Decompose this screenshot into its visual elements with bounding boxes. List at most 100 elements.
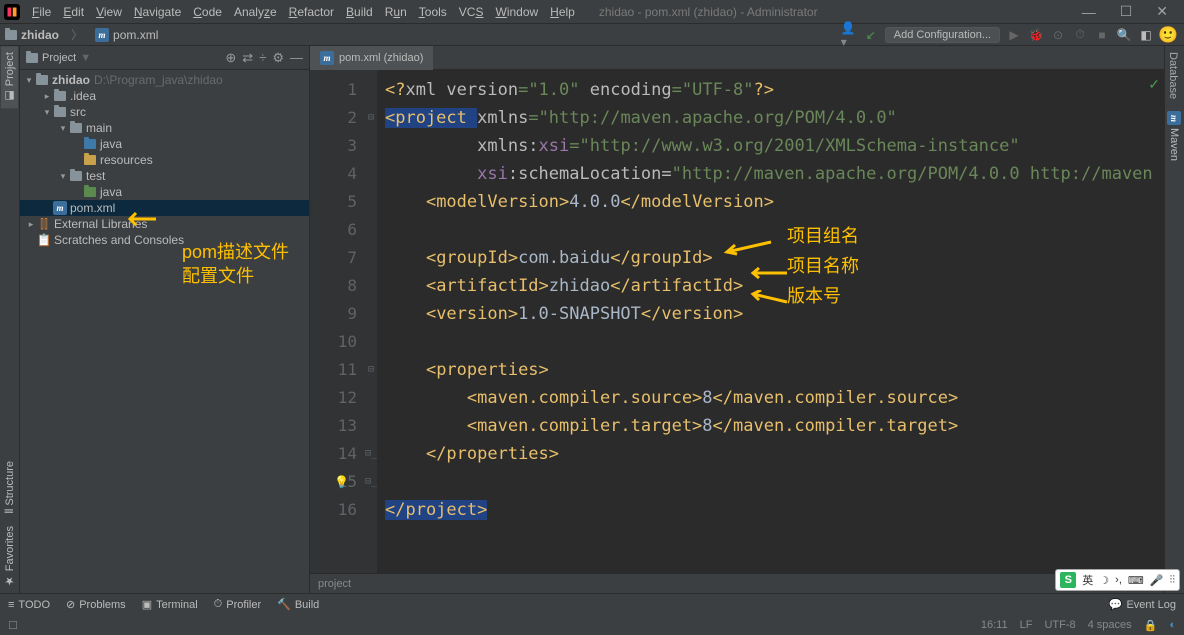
right-tab-maven[interactable]: mMaven — [1165, 105, 1183, 167]
menu-help[interactable]: Help — [544, 5, 581, 19]
debug-icon[interactable]: 🐞 — [1028, 27, 1044, 43]
tool-profiler[interactable]: ⏱ Profiler — [214, 598, 261, 611]
editor-breadcrumb[interactable]: project — [310, 573, 1164, 593]
project-tree[interactable]: ▾zhidaoD:\Program_java\zhidao ▸.idea ▾sr… — [20, 70, 309, 593]
tree-external-libs[interactable]: ▸⫿⫿External Libraries — [20, 216, 309, 232]
tool-todo[interactable]: ≡ TODO — [8, 599, 50, 611]
ime-menu-icon[interactable]: ⫶⫶ — [1170, 574, 1176, 587]
breadcrumb-file[interactable]: mpom.xml — [90, 28, 163, 42]
tree-resources[interactable]: resources — [20, 152, 309, 168]
left-tool-strip: ◧ Project ⫴ Structure ★ Favorites — [0, 46, 20, 593]
collapse-icon[interactable]: ÷ — [259, 50, 266, 66]
annotation-arrow-icon — [723, 238, 773, 256]
status-position[interactable]: 16:11 — [981, 619, 1008, 632]
menu-window[interactable]: Window — [489, 5, 544, 19]
menu-build[interactable]: Build — [340, 5, 379, 19]
add-configuration-button[interactable]: Add Configuration... — [885, 27, 1000, 43]
close-button[interactable]: ✕ — [1144, 3, 1180, 20]
tree-test-java[interactable]: java — [20, 184, 309, 200]
gear-icon[interactable]: ⚙ — [272, 50, 284, 66]
library-icon: ⫿⫿ — [36, 217, 52, 232]
editor-tab-pom[interactable]: mpom.xml (zhidao) — [310, 46, 433, 70]
left-tab-structure[interactable]: ⫴ Structure — [2, 455, 18, 519]
menu-analyze[interactable]: Analyze — [228, 5, 283, 19]
ime-mic-icon[interactable]: 🎤 — [1150, 574, 1164, 587]
sidebar-title: Project — [42, 52, 76, 64]
emoji-icon[interactable]: 🙂 — [1160, 27, 1176, 43]
editor-area: mpom.xml (zhidao) ✓ 12345678910111213141… — [310, 46, 1164, 593]
ime-lang[interactable]: 英 — [1082, 572, 1093, 588]
run-icon[interactable]: ▶ — [1006, 27, 1022, 43]
main-area: ◧ Project ⫴ Structure ★ Favorites Projec… — [0, 46, 1184, 593]
tree-pom[interactable]: mpom.xml — [20, 200, 309, 216]
menu-vcs[interactable]: VCS — [453, 5, 490, 19]
test-folder-icon — [84, 187, 96, 197]
menu-run[interactable]: Run — [379, 5, 413, 19]
left-tab-favorites[interactable]: ★ Favorites — [1, 520, 18, 593]
folder-icon — [26, 53, 38, 63]
tool-event-log[interactable]: 💬 Event Log — [1109, 598, 1176, 611]
tool-terminal[interactable]: ▣ Terminal — [142, 598, 198, 611]
annotation-artifact: 项目名称 — [787, 252, 859, 280]
maven-icon: m — [1167, 111, 1181, 125]
status-indent[interactable]: 4 spaces — [1088, 619, 1132, 632]
source-folder-icon — [84, 139, 96, 149]
menu-navigate[interactable]: Navigate — [128, 5, 187, 19]
expand-icon[interactable]: ⇄ — [242, 50, 253, 66]
tool-build[interactable]: 🔨 Build — [277, 598, 319, 611]
target-icon[interactable]: ⊕ — [225, 50, 236, 66]
status-bar: ☐ 16:11 LF UTF-8 4 spaces 🔒 ◐ — [0, 615, 1184, 635]
dropdown-icon[interactable]: ▼ — [80, 52, 91, 64]
user-icon[interactable]: 👤▾ — [841, 27, 857, 43]
menu-view[interactable]: View — [90, 5, 128, 19]
menu-code[interactable]: Code — [187, 5, 228, 19]
fold-gutter[interactable]: ⊟ ⊟ ⊟̲💡⊟̲ — [365, 70, 377, 573]
status-encoding[interactable]: UTF-8 — [1044, 619, 1075, 632]
search-icon[interactable]: 🔍 — [1116, 27, 1132, 43]
ime-moon-icon[interactable]: ☽ — [1099, 574, 1109, 587]
bulb-icon[interactable]: 💡 — [334, 468, 349, 496]
status-lock-icon[interactable]: 🔒 — [1144, 619, 1158, 632]
maximize-button[interactable]: ☐ — [1108, 3, 1145, 20]
status-tips-icon[interactable]: ☐ — [8, 619, 18, 632]
ime-bar[interactable]: S 英 ☽ ›, ⌨ 🎤 ⫶⫶ — [1055, 569, 1180, 591]
tree-idea[interactable]: ▸.idea — [20, 88, 309, 104]
back-arrow-icon[interactable]: ↙ — [863, 27, 879, 43]
right-tool-strip: Database mMaven — [1164, 46, 1184, 593]
settings-chip-icon[interactable]: ◧ — [1138, 27, 1154, 43]
annotation-group: 项目组名 — [787, 222, 859, 250]
status-mem-icon[interactable]: ◐ — [1169, 619, 1176, 632]
stop-icon[interactable]: ■ — [1094, 27, 1110, 43]
sogou-logo-icon: S — [1060, 572, 1076, 588]
bottom-tool-bar: ≡ TODO ⊘ Problems ▣ Terminal ⏱ Profiler … — [0, 593, 1184, 615]
tool-problems[interactable]: ⊘ Problems — [66, 598, 126, 611]
breadcrumb-root[interactable]: zhidao — [0, 28, 64, 42]
module-icon — [36, 75, 48, 85]
menu-tools[interactable]: Tools — [413, 5, 453, 19]
menu-file[interactable]: File — [26, 5, 57, 19]
menu-edit[interactable]: Edit — [57, 5, 90, 19]
ime-punct-icon[interactable]: ›, — [1115, 574, 1122, 586]
ime-keyboard-icon[interactable]: ⌨ — [1128, 574, 1144, 587]
minimize-button[interactable]: ― — [1070, 4, 1108, 20]
tree-root[interactable]: ▾zhidaoD:\Program_java\zhidao — [20, 72, 309, 88]
window-title: zhidao - pom.xml (zhidao) - Administrato… — [599, 5, 1070, 19]
code-area[interactable]: <?xml version="1.0" encoding="UTF-8"?> <… — [377, 70, 1164, 573]
editor-body[interactable]: ✓ 12345678910111213141516 ⊟ ⊟ ⊟̲💡⊟̲ <?xm… — [310, 70, 1164, 573]
tree-main[interactable]: ▾main — [20, 120, 309, 136]
left-tab-project[interactable]: ◧ Project — [1, 46, 18, 108]
tree-java[interactable]: java — [20, 136, 309, 152]
tree-src[interactable]: ▾src — [20, 104, 309, 120]
coverage-icon[interactable]: ⊙ — [1050, 27, 1066, 43]
hide-icon[interactable]: — — [290, 50, 303, 66]
status-line-ending[interactable]: LF — [1020, 619, 1033, 632]
breadcrumb-sep-icon: 〉 — [71, 26, 83, 43]
maven-file-icon: m — [320, 51, 334, 65]
folder-icon — [70, 123, 82, 133]
right-tab-database[interactable]: Database — [1165, 46, 1181, 105]
profile-icon[interactable]: ⏱ — [1072, 27, 1088, 43]
tree-scratches[interactable]: 📋Scratches and Consoles — [20, 232, 309, 248]
menu-refactor[interactable]: Refactor — [283, 5, 340, 19]
menu-bar: File Edit View Navigate Code Analyze Ref… — [0, 0, 1184, 24]
tree-test[interactable]: ▾test — [20, 168, 309, 184]
